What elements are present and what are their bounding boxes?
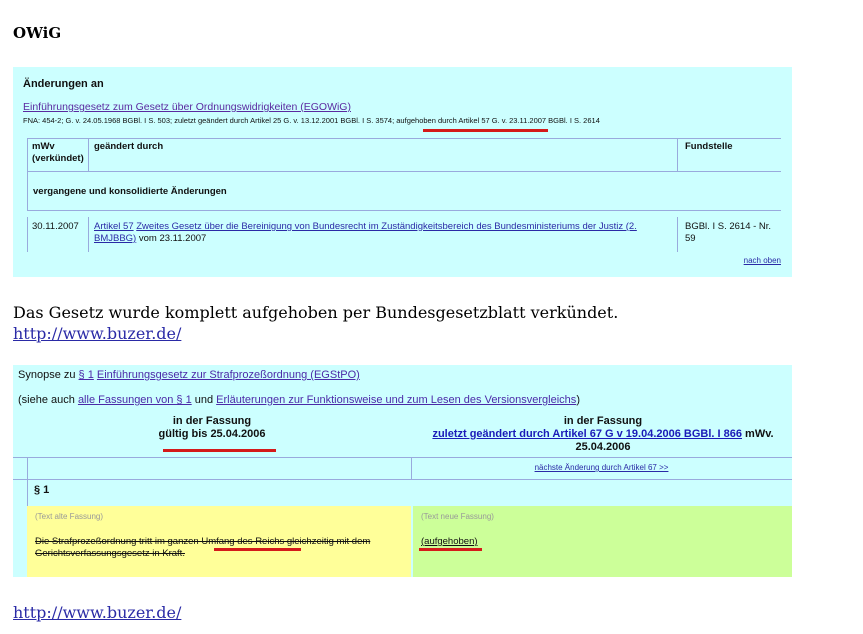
egstpo-law-link[interactable]: Einführungsgesetz zur Strafprozeßordnung…: [97, 369, 360, 381]
old-version-valid-until: gültig bis 25.04.2006: [158, 428, 266, 440]
bmjbbg-law-link-cont[interactable]: BMJBBG): [94, 233, 136, 244]
article-67-link[interactable]: zuletzt geändert durch Artikel 67 G v 19…: [432, 428, 742, 440]
next-change-link[interactable]: nächste Änderung durch Artikel 67 >>: [411, 463, 792, 472]
table-divider: [13, 479, 792, 480]
column-header-fundstelle: Fundstelle: [685, 141, 733, 152]
row-law-date: vom 23.11.2007: [136, 233, 207, 244]
column-header-mwv-line1: mWv: [32, 141, 55, 152]
buzer-link[interactable]: http://www.buzer.de/: [13, 324, 181, 343]
table-divider: [27, 171, 781, 172]
table-border: [27, 457, 28, 479]
changes-header: Änderungen an: [23, 78, 104, 90]
column-header-mwv-line2: (verkündet): [32, 153, 84, 164]
new-version-date: 25.04.2006: [575, 441, 631, 453]
bmjbbg-law-link[interactable]: Zweites Gesetz über die Bereinigung von …: [136, 221, 637, 232]
table-divider: [27, 210, 781, 211]
fna-repealed-text: aufgehoben durch Artikel 57 G. v. 23.11.…: [396, 116, 600, 125]
synopsis-prefix: Synopse zu: [18, 369, 79, 381]
article-57-link[interactable]: Artikel 57: [94, 221, 134, 232]
red-underline-marker: [163, 449, 276, 452]
section-1-link[interactable]: § 1: [79, 369, 94, 381]
row-date: 30.11.2007: [32, 221, 79, 232]
all-versions-link[interactable]: alle Fassungen von § 1: [78, 394, 192, 406]
fna-line: FNA: 454-2; G. v. 24.05.1968 BGBl. I S. …: [23, 116, 600, 125]
table-border: [27, 171, 28, 210]
row-fundstelle-line1: BGBl. I S. 2614 - Nr.: [685, 221, 772, 232]
see-also-prefix: (siehe auch: [18, 394, 78, 406]
explanations-link[interactable]: Erläuterungen zur Funktionsweise und zum…: [216, 394, 576, 406]
red-underline-marker: [423, 129, 548, 132]
synopsis-line: Synopse zu § 1 Einführungsgesetz zur Str…: [18, 369, 360, 381]
table-border: [27, 138, 28, 171]
fna-text: FNA: 454-2; G. v. 24.05.1968 BGBl. I S. …: [23, 116, 397, 125]
changes-screenshot-panel: Änderungen an Einführungsgesetz zum Gese…: [13, 67, 792, 277]
red-underline-marker: [214, 548, 301, 551]
table-top-border: [27, 138, 781, 139]
column-header-changed-by: geändert durch: [94, 141, 164, 152]
table-border: [27, 479, 28, 506]
table-border: [88, 138, 89, 171]
old-version-label: (Text alte Fassung): [35, 512, 104, 521]
body-paragraph: Das Gesetz wurde komplett aufgehoben per…: [13, 303, 619, 322]
buzer-link-bottom[interactable]: http://www.buzer.de/: [13, 603, 181, 622]
page-heading: OWiG: [13, 24, 62, 42]
column-header-mwv: mWv (verkündet): [32, 141, 84, 165]
egowig-law-link[interactable]: Einführungsgesetz zum Gesetz über Ordnun…: [23, 101, 351, 113]
old-version-header-line1: in der Fassung: [172, 415, 252, 427]
section-heading: vergangene und konsolidierte Änderungen: [33, 186, 227, 197]
table-divider: [13, 457, 792, 458]
row-change-description: Artikel 57 Zweites Gesetz über die Berei…: [94, 221, 674, 245]
red-underline-marker: [419, 548, 482, 551]
table-border: [677, 217, 678, 252]
new-version-header: in der Fassung zuletzt geändert durch Ar…: [414, 415, 792, 454]
row-fundstelle: BGBl. I S. 2614 - Nr. 59: [685, 221, 771, 245]
table-border: [677, 138, 678, 171]
table-border: [27, 217, 28, 252]
see-also-line: (siehe auch alle Fassungen von § 1 und E…: [18, 394, 580, 406]
old-version-header: in der Fassung gültig bis 25.04.2006: [13, 415, 411, 441]
table-border: [88, 217, 89, 252]
new-version-header-line1: in der Fassung: [563, 415, 643, 427]
new-version-mwv: mWv.: [741, 428, 774, 440]
row-fundstelle-line2: 59: [685, 233, 696, 244]
back-to-top-link[interactable]: nach oben: [744, 256, 781, 265]
synopsis-screenshot-panel: Synopse zu § 1 Einführungsgesetz zur Str…: [13, 365, 792, 577]
see-also-suffix: ): [576, 394, 580, 406]
see-also-and: und: [191, 394, 217, 406]
section-number: § 1: [34, 484, 50, 496]
new-version-label: (Text neue Fassung): [421, 512, 494, 521]
new-version-text: (aufgehoben): [421, 536, 478, 547]
